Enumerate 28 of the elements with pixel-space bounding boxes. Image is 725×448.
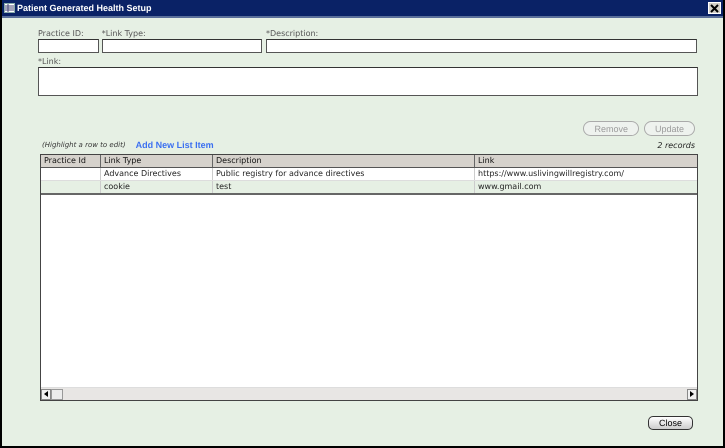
table-cell: test bbox=[213, 181, 475, 193]
scroll-right-icon[interactable] bbox=[687, 388, 697, 400]
field-label: *Link: bbox=[38, 56, 62, 67]
column-header[interactable]: Description bbox=[213, 155, 475, 167]
column-header[interactable]: Link Type bbox=[101, 155, 213, 167]
table-cell-text: www.gmail.com bbox=[477, 181, 542, 193]
record-count: 2 records bbox=[657, 140, 695, 150]
scroll-left-icon[interactable] bbox=[41, 388, 51, 400]
link-type-field[interactable] bbox=[102, 39, 262, 53]
close-button[interactable]: Close bbox=[648, 416, 693, 430]
table-cell: cookie bbox=[101, 181, 213, 193]
horizontal-scrollbar[interactable] bbox=[41, 387, 697, 400]
column-header[interactable]: Practice Id bbox=[41, 155, 101, 167]
field-label: Practice ID: bbox=[38, 28, 85, 39]
field-label: *Description: bbox=[266, 28, 320, 39]
description-field[interactable] bbox=[266, 39, 697, 53]
table-cell: Public registry for advance directives bbox=[213, 168, 475, 180]
practice-id-field[interactable] bbox=[38, 39, 99, 53]
scroll-thumb[interactable] bbox=[51, 388, 63, 400]
close-icon[interactable] bbox=[708, 2, 721, 14]
window-title: Patient Generated Health Setup bbox=[17, 3, 152, 13]
field-label: *Link Type: bbox=[102, 28, 147, 39]
table-cell-text: https://www.uslivingwillregistry.com/ bbox=[477, 168, 625, 180]
table-cell: Advance Directives bbox=[101, 168, 213, 180]
add-item-link[interactable]: Add New List Item bbox=[136, 140, 214, 150]
grid-icon bbox=[4, 3, 15, 13]
link-field[interactable] bbox=[38, 67, 698, 96]
column-header[interactable]: Link bbox=[475, 155, 697, 167]
